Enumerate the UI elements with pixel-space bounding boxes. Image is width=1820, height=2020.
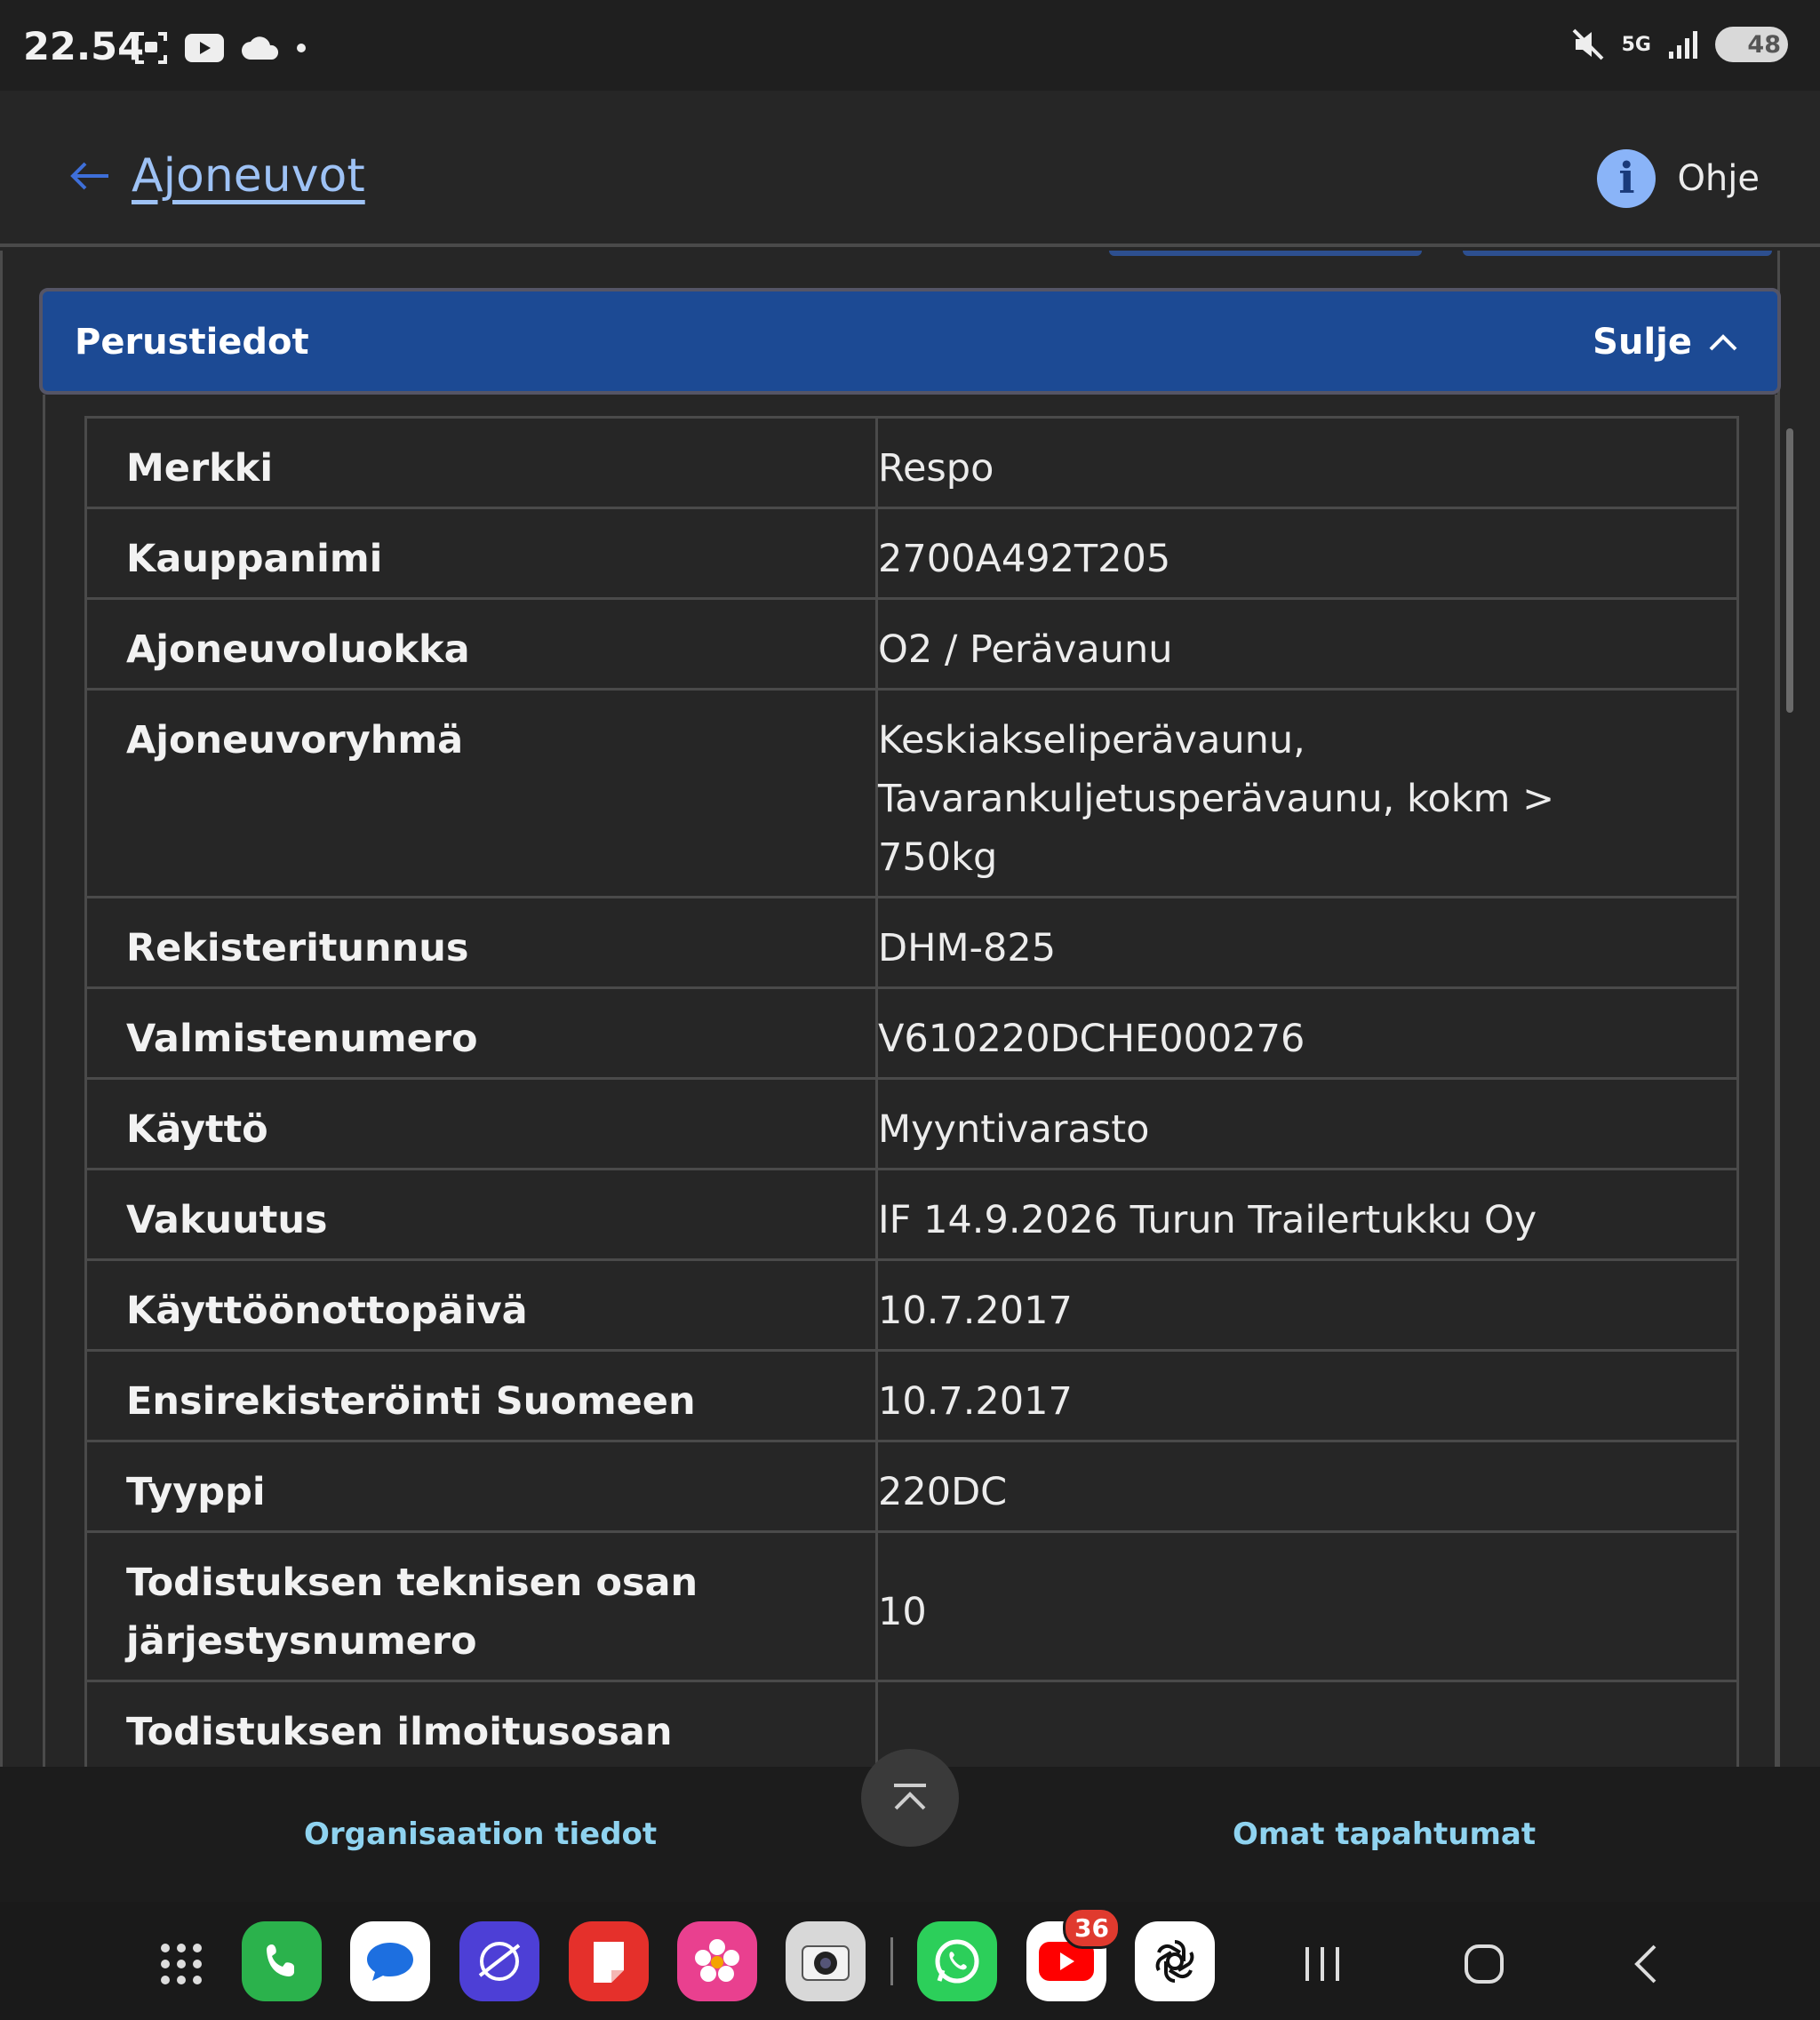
tab-peek-left — [1109, 251, 1422, 256]
gallery-app-icon[interactable] — [677, 1921, 757, 2001]
app-header: Ajoneuvot i Ohje — [0, 91, 1820, 247]
signal-icon — [1669, 31, 1697, 59]
row-value: 10.7.2017 — [875, 1349, 1739, 1442]
recent-apps-icon[interactable] — [1287, 1928, 1358, 2000]
cloud-icon — [242, 36, 279, 60]
nav-own-events[interactable]: Omat tapahtumat — [1233, 1816, 1536, 1852]
chevron-up-icon — [1709, 334, 1737, 351]
row-value: 220DC — [875, 1440, 1739, 1533]
section-title: Perustiedot — [75, 322, 309, 363]
row-value: 10.7.2017 — [875, 1258, 1739, 1352]
row-label: Kauppanimi — [84, 507, 878, 600]
help-link[interactable]: i Ohje — [1597, 149, 1760, 208]
table-row: Vakuutus IF 14.9.2026 Turun Trailertukku … — [84, 1168, 1739, 1261]
row-value: Keskiakseliperävaunu, Tavarankuljetusper… — [875, 688, 1739, 898]
table-row: Merkki Respo — [84, 416, 1739, 509]
row-label: Ajoneuvoryhmä — [84, 688, 878, 898]
row-value: 10 — [875, 1530, 1739, 1682]
frame-right — [1777, 251, 1780, 1767]
row-value: O2 / Perävaunu — [875, 597, 1739, 691]
mute-icon — [1572, 28, 1604, 60]
phone-app-icon[interactable] — [242, 1921, 322, 2001]
notification-badge: 36 — [1063, 1907, 1121, 1949]
table-row: Käyttöönottopäivä 10.7.2017 — [84, 1258, 1739, 1352]
chatgpt-app-icon[interactable] — [1135, 1921, 1215, 2001]
table-row: Todistuksen teknisen osan järjestysnumer… — [84, 1530, 1739, 1682]
row-label: Merkki — [84, 416, 878, 509]
browser-app-icon[interactable] — [459, 1921, 539, 2001]
scrollbar[interactable] — [1786, 428, 1793, 713]
table-row: Rekisteritunnus DHM-825 — [84, 896, 1739, 989]
network-5g-icon: 5G — [1621, 33, 1651, 56]
table-row: Kauppanimi 2700A492T205 — [84, 507, 1739, 600]
row-value — [875, 1680, 1739, 1767]
row-value: Respo — [875, 416, 1739, 509]
battery-level: 48 — [1747, 30, 1781, 59]
frame-left — [0, 251, 3, 1767]
back-label[interactable]: Ajoneuvot — [132, 149, 365, 203]
row-label: Käyttöönottopäivä — [84, 1258, 878, 1352]
row-label: Vakuutus — [84, 1168, 878, 1261]
row-value: DHM-825 — [875, 896, 1739, 989]
row-label: Ensirekisteröinti Suomeen — [84, 1349, 878, 1442]
row-label: Ajoneuvoluokka — [84, 597, 878, 691]
chevron-up-bar-icon — [894, 1784, 926, 1810]
row-label: Tyyppi — [84, 1440, 878, 1533]
row-value: V610220DCHE000276 — [875, 986, 1739, 1080]
collapse-button[interactable]: Sulje — [1592, 322, 1738, 363]
whatsapp-app-icon[interactable] — [917, 1921, 997, 2001]
info-icon: i — [1597, 149, 1656, 208]
messages-app-icon[interactable] — [350, 1921, 430, 2001]
details-panel: Merkki Respo Kauppanimi 2700A492T205 Ajone… — [43, 395, 1777, 1767]
youtube-status-icon — [185, 34, 224, 62]
row-label: Todistuksen teknisen osan järjestysnumer… — [84, 1530, 878, 1682]
tab-peek-right — [1463, 251, 1772, 256]
table-row: Ensirekisteröinti Suomeen 10.7.2017 — [84, 1349, 1739, 1442]
content-area: Perustiedot Sulje Merkki Respo Kauppanimi… — [0, 251, 1820, 1767]
status-bar: 22.54 5G 48 — [0, 0, 1820, 91]
table-row: Käyttö Myyntivarasto — [84, 1077, 1739, 1170]
home-icon[interactable] — [1449, 1928, 1520, 2000]
nav-organisation-info[interactable]: Organisaation tiedot — [304, 1816, 657, 1852]
notes-app-icon[interactable] — [569, 1921, 649, 2001]
youtube-app-icon[interactable]: 36 — [1026, 1907, 1121, 2001]
row-value: Myyntivarasto — [875, 1077, 1739, 1170]
screenshot-icon — [135, 32, 167, 64]
details-table: Merkki Respo Kauppanimi 2700A492T205 Ajone… — [84, 416, 1739, 1767]
help-label[interactable]: Ohje — [1677, 158, 1760, 199]
app-drawer-icon[interactable] — [146, 1928, 217, 2000]
battery-icon: 48 — [1715, 27, 1788, 62]
row-value: 2700A492T205 — [875, 507, 1739, 600]
dock-divider — [890, 1937, 893, 1985]
status-time: 22.54 — [23, 25, 145, 69]
camera-app-icon[interactable] — [786, 1921, 866, 2001]
table-row: Ajoneuvoluokka O2 / Perävaunu — [84, 597, 1739, 691]
row-value: IF 14.9.2026 Turun Trailertukku Oy — [875, 1168, 1739, 1261]
dot-icon — [297, 44, 306, 52]
row-label: Valmistenumero — [84, 986, 878, 1080]
collapse-label: Sulje — [1592, 322, 1692, 363]
table-row: Valmistenumero V610220DCHE000276 — [84, 986, 1739, 1080]
status-right-icons: 5G 48 — [1570, 27, 1788, 62]
scroll-to-top-button[interactable] — [861, 1749, 959, 1847]
status-left-icons — [133, 30, 307, 66]
row-label: Todistuksen ilmoitusosan — [84, 1680, 878, 1767]
bottom-nav: Organisaation tiedot Omat tapahtumat — [0, 1749, 1820, 1902]
back-link[interactable]: Ajoneuvot — [69, 149, 365, 203]
table-row: Tyyppi 220DC — [84, 1440, 1739, 1533]
system-dock: 36 — [0, 1902, 1820, 2020]
section-header-perustiedot[interactable]: Perustiedot Sulje — [39, 288, 1781, 395]
back-nav-icon[interactable] — [1610, 1928, 1681, 2000]
table-row: Ajoneuvoryhmä Keskiakseliperävaunu, Tavar… — [84, 688, 1739, 898]
row-label: Käyttö — [84, 1077, 878, 1170]
arrow-left-icon — [70, 162, 108, 190]
row-label: Rekisteritunnus — [84, 896, 878, 989]
